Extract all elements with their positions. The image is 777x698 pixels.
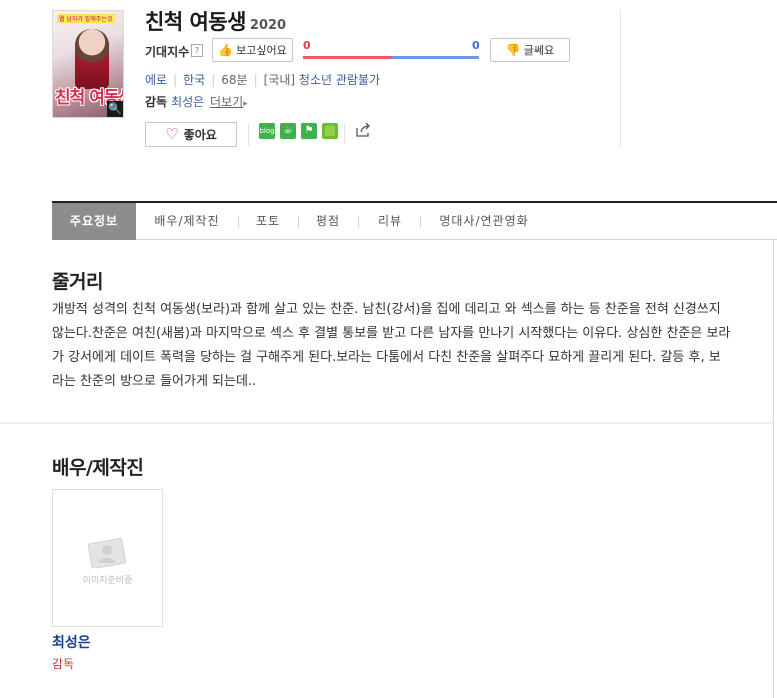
tab-main-info[interactable]: 주요정보: [52, 203, 136, 240]
chevron-right-icon: ▸: [243, 99, 248, 109]
cast-role: 감독: [52, 657, 75, 671]
runtime: 68분: [221, 73, 248, 87]
cast-name-link[interactable]: 최성은: [52, 632, 91, 652]
country-link[interactable]: 한국: [183, 73, 205, 87]
not-sure-label: 글쎄요: [523, 44, 555, 57]
poster-figure: [75, 29, 109, 89]
section-divider: [0, 422, 773, 424]
tab-rating[interactable]: 평점: [302, 203, 354, 240]
genre-link[interactable]: 에로: [145, 73, 167, 87]
tab-cast-crew[interactable]: 배우/제작진: [140, 203, 234, 240]
divider: [238, 216, 239, 228]
director-label: 감독: [145, 95, 168, 109]
want-to-see-button[interactable]: 👍 보고싶어요: [212, 38, 293, 62]
bookmark-icon[interactable]: ⚑: [301, 123, 317, 139]
help-icon[interactable]: ?: [191, 44, 203, 57]
tab-bar: 주요정보 배우/제작진 포토 평점 리뷰 명대사/연관영화: [52, 201, 777, 240]
share-icon[interactable]: [355, 122, 371, 138]
rating-prefix: [국내]: [263, 73, 296, 87]
divider: [773, 240, 774, 698]
want-to-see-label: 보고싶어요: [236, 44, 287, 57]
divider: [620, 10, 621, 148]
like-label: 좋아요: [183, 128, 217, 142]
not-sure-button[interactable]: 👎 글쎄요: [490, 38, 570, 62]
synopsis-title: 줄거리: [52, 271, 103, 293]
blog-icon[interactable]: blog: [259, 123, 275, 139]
movie-title: 친척 여동생: [145, 10, 246, 34]
tab-photo[interactable]: 포토: [242, 203, 294, 240]
expectation-label: 기대지수: [145, 45, 190, 59]
cast-section-title: 배우/제작진: [52, 457, 144, 479]
cafe-icon[interactable]: ☕: [280, 123, 296, 139]
want-count: 0: [303, 39, 311, 52]
synopsis-text: 개방적 성격의 친척 여동생(보라)과 함께 살고 있는 찬준. 남친(강서)을…: [52, 302, 731, 389]
divider: [248, 124, 249, 146]
title-row: 친척 여동생 2020: [145, 6, 286, 36]
thumbs-down-icon: 👎: [505, 43, 521, 57]
poster-tagline: 웹 남자가 말해주는것: [57, 14, 115, 23]
movie-poster[interactable]: 웹 남자가 말해주는것 친척 여동생 🔍: [52, 10, 124, 118]
heart-icon: ♡: [165, 125, 179, 143]
cast-photo-card[interactable]: 이미지준비중: [52, 489, 163, 627]
divider: [344, 124, 345, 144]
movie-meta: 에로 | 한국 | 68분 | [국내] 청소년 관람불가: [145, 73, 381, 87]
zoom-icon[interactable]: 🔍: [107, 101, 123, 117]
nah-count: 0: [472, 39, 480, 52]
divider: [420, 216, 421, 228]
no-image-icon: [87, 538, 127, 568]
like-button[interactable]: ♡ 좋아요: [145, 122, 237, 147]
want-ratio-bar: [303, 56, 391, 59]
tab-review[interactable]: 리뷰: [362, 203, 418, 240]
divider: [298, 216, 299, 228]
rating-link[interactable]: 청소년 관람불가: [299, 73, 380, 87]
movie-year: 2020: [249, 18, 287, 33]
director-name-link[interactable]: 최성은: [171, 95, 204, 109]
memo-icon[interactable]: [322, 123, 338, 139]
more-link[interactable]: 더보기: [210, 95, 243, 109]
thumbs-up-icon: 👍: [218, 43, 234, 57]
director-row: 감독 최성은 더보기▸: [145, 93, 248, 110]
divider: [358, 216, 359, 228]
tab-quotes-related[interactable]: 명대사/연관영화: [424, 203, 544, 240]
nah-ratio-bar: [391, 56, 479, 59]
image-placeholder-text: 이미지준비중: [82, 576, 133, 586]
